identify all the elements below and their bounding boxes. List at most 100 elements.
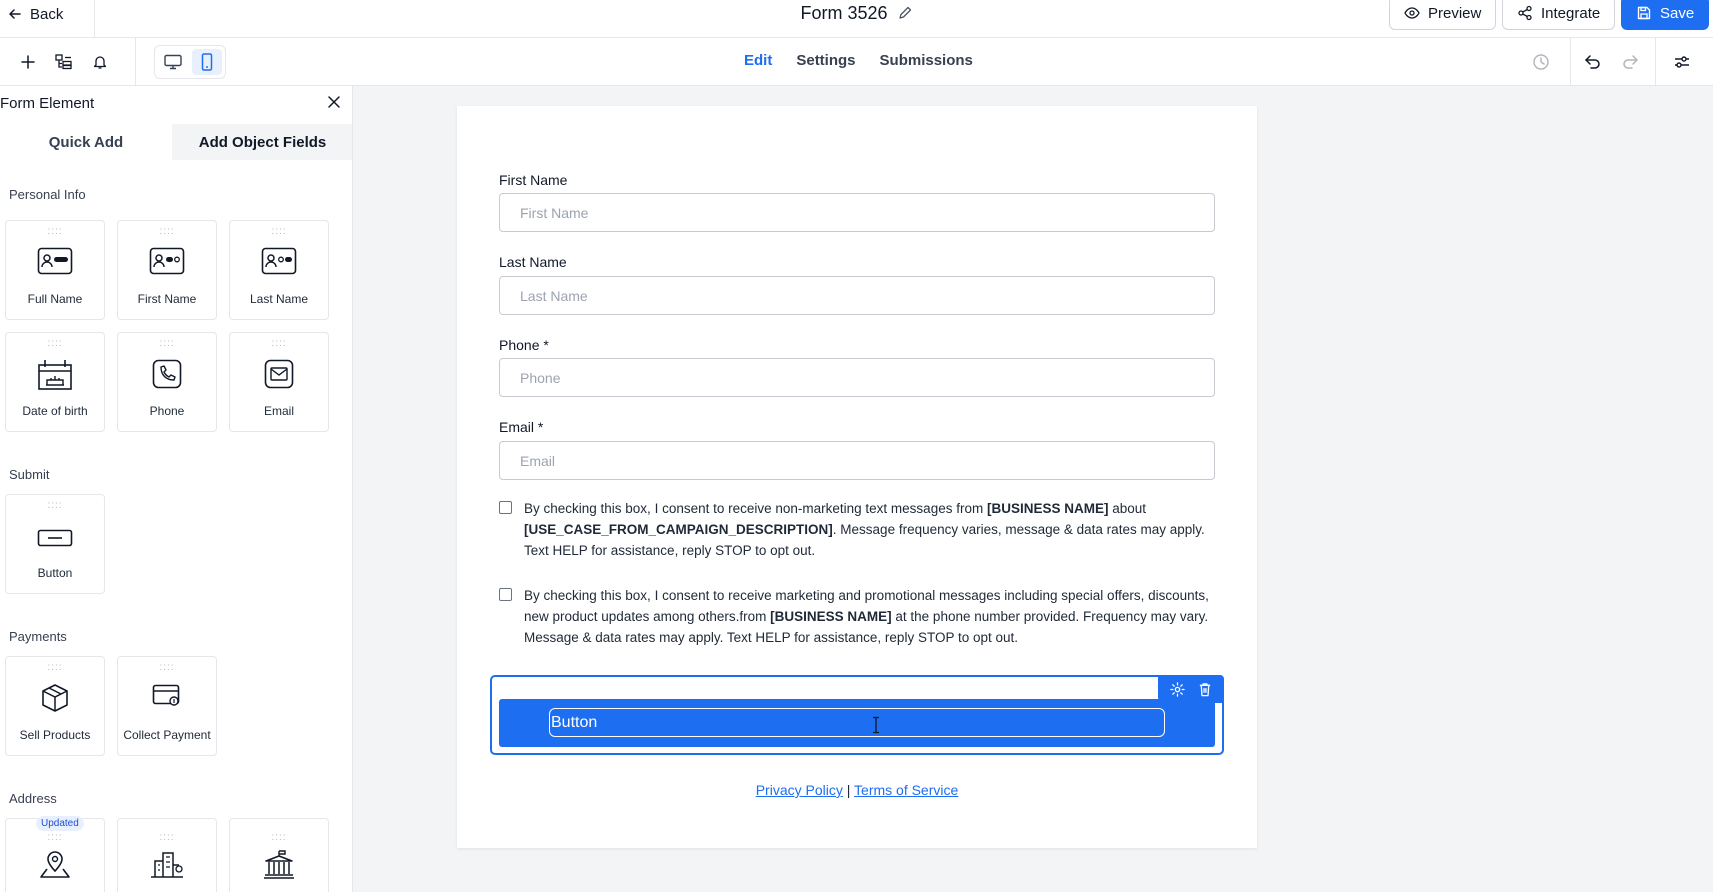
drag-handle-icon: :::: — [47, 662, 63, 673]
redo-icon[interactable] — [1617, 49, 1643, 75]
birthday-cake-icon — [6, 359, 104, 391]
element-last-name[interactable]: :::: Last Name — [229, 220, 329, 320]
main-tabs: Edit Settings Submissions — [744, 52, 973, 69]
button-icon — [6, 529, 104, 547]
element-label: Sell Products — [19, 728, 91, 742]
section-personal-info: Personal Info — [9, 187, 86, 202]
element-label: Email — [263, 404, 294, 418]
credit-card-icon — [118, 683, 216, 709]
drag-handle-icon: :::: — [47, 226, 63, 237]
field-label: Phone * — [499, 337, 549, 353]
element-email[interactable]: :::: Email — [229, 332, 329, 432]
element-phone[interactable]: :::: Phone — [117, 332, 217, 432]
tab-quick-add[interactable]: Quick Add — [0, 124, 172, 160]
integrate-button[interactable]: Integrate — [1502, 0, 1616, 30]
divider — [1655, 38, 1656, 86]
id-card-icon — [230, 247, 328, 275]
field-label: Last Name — [499, 254, 567, 270]
element-label: Button — [37, 566, 73, 580]
drag-handle-icon: :::: — [159, 226, 175, 237]
consent-checkbox[interactable] — [499, 588, 512, 601]
share-icon — [1518, 5, 1532, 21]
id-card-icon — [6, 247, 104, 275]
save-label: Save — [1660, 4, 1695, 22]
submit-button[interactable]: Button — [499, 699, 1215, 747]
drag-handle-icon: :::: — [271, 832, 287, 843]
tab-settings[interactable]: Settings — [796, 52, 855, 69]
box-icon — [6, 683, 104, 713]
bell-icon[interactable] — [87, 49, 113, 75]
text-cursor-icon — [873, 716, 879, 734]
section-submit: Submit — [9, 467, 50, 482]
element-button[interactable]: :::: Button — [5, 494, 105, 594]
drag-handle-icon: :::: — [47, 338, 63, 349]
drag-handle-icon: :::: — [47, 832, 63, 843]
consent-text: By checking this box, I consent to recei… — [524, 501, 1205, 558]
sliders-icon[interactable] — [1669, 49, 1695, 75]
id-card-icon — [118, 247, 216, 275]
element-sell-products[interactable]: :::: Sell Products — [5, 656, 105, 756]
mail-icon — [230, 359, 328, 389]
drag-handle-icon: :::: — [271, 338, 287, 349]
panel-title: Form Element — [0, 95, 95, 112]
form-canvas: First Name First Name Last Name Last Nam… — [353, 86, 1713, 892]
tab-submissions[interactable]: Submissions — [880, 52, 973, 69]
element-date-of-birth[interactable]: :::: Date of birth — [5, 332, 105, 432]
drag-handle-icon: :::: — [271, 226, 287, 237]
element-label: Last Name — [249, 292, 309, 306]
element-label: Full Name — [27, 292, 83, 306]
preview-button[interactable]: Preview — [1389, 0, 1497, 30]
element-city[interactable]: :::: — [117, 818, 217, 892]
element-label: Collect Payment — [123, 728, 211, 742]
email-input[interactable]: Email — [499, 441, 1215, 480]
pencil-icon[interactable] — [897, 5, 913, 21]
save-button[interactable]: Save — [1621, 0, 1710, 30]
terms-of-service-link[interactable]: Terms of Service — [854, 782, 958, 798]
link-divider: | — [846, 782, 851, 798]
drag-handle-icon: :::: — [159, 662, 175, 673]
phone-icon — [118, 359, 216, 389]
element-label: Phone — [149, 404, 185, 418]
top-bar: Back Form 3526 Preview Integrate Save — [0, 0, 1713, 38]
desktop-icon[interactable] — [158, 49, 188, 75]
gear-icon[interactable] — [1170, 681, 1185, 697]
privacy-policy-link[interactable]: Privacy Policy — [756, 782, 843, 798]
history-icon[interactable] — [1528, 49, 1554, 75]
field-label: First Name — [499, 172, 568, 188]
tab-add-object-fields[interactable]: Add Object Fields — [172, 124, 352, 160]
drag-handle-icon: :::: — [159, 832, 175, 843]
element-collect-payment[interactable]: :::: Collect Payment — [117, 656, 217, 756]
phone-input[interactable]: Phone — [499, 358, 1215, 397]
mobile-icon[interactable] — [192, 49, 222, 75]
tab-edit[interactable]: Edit — [744, 52, 772, 69]
close-icon[interactable] — [326, 94, 342, 115]
button-text-editor[interactable]: Button — [549, 708, 1165, 737]
integrate-label: Integrate — [1541, 4, 1601, 22]
device-toggle — [154, 45, 226, 79]
drag-handle-icon: :::: — [159, 338, 175, 349]
element-label: Date of birth — [22, 404, 88, 418]
element-first-name[interactable]: :::: First Name — [117, 220, 217, 320]
form-card: First Name First Name Last Name Last Nam… — [457, 106, 1257, 848]
layers-icon[interactable] — [51, 49, 77, 75]
element-label: First Name — [137, 292, 197, 306]
element-address[interactable]: Updated :::: — [5, 816, 105, 892]
drag-handle-icon: :::: — [47, 500, 63, 511]
selected-button-block[interactable]: Button — [490, 675, 1224, 755]
element-full-name[interactable]: :::: Full Name — [5, 220, 105, 320]
form-title-text: Form 3526 — [800, 2, 888, 23]
first-name-input[interactable]: First Name — [499, 193, 1215, 232]
element-state[interactable]: :::: — [229, 818, 329, 892]
last-name-input[interactable]: Last Name — [499, 276, 1215, 315]
toolbar: Edit Settings Submissions — [0, 38, 1713, 86]
consent-checkbox[interactable] — [499, 501, 512, 514]
add-icon[interactable] — [15, 49, 41, 75]
eye-icon — [1404, 7, 1420, 19]
submit-button-label: Button — [551, 713, 598, 731]
panel-tabs: Quick Add Add Object Fields — [0, 124, 352, 160]
trash-icon[interactable] — [1198, 682, 1212, 697]
updated-badge: Updated — [36, 816, 84, 831]
undo-icon[interactable] — [1580, 49, 1606, 75]
section-address: Address — [9, 791, 57, 806]
city-buildings-icon — [118, 849, 216, 879]
